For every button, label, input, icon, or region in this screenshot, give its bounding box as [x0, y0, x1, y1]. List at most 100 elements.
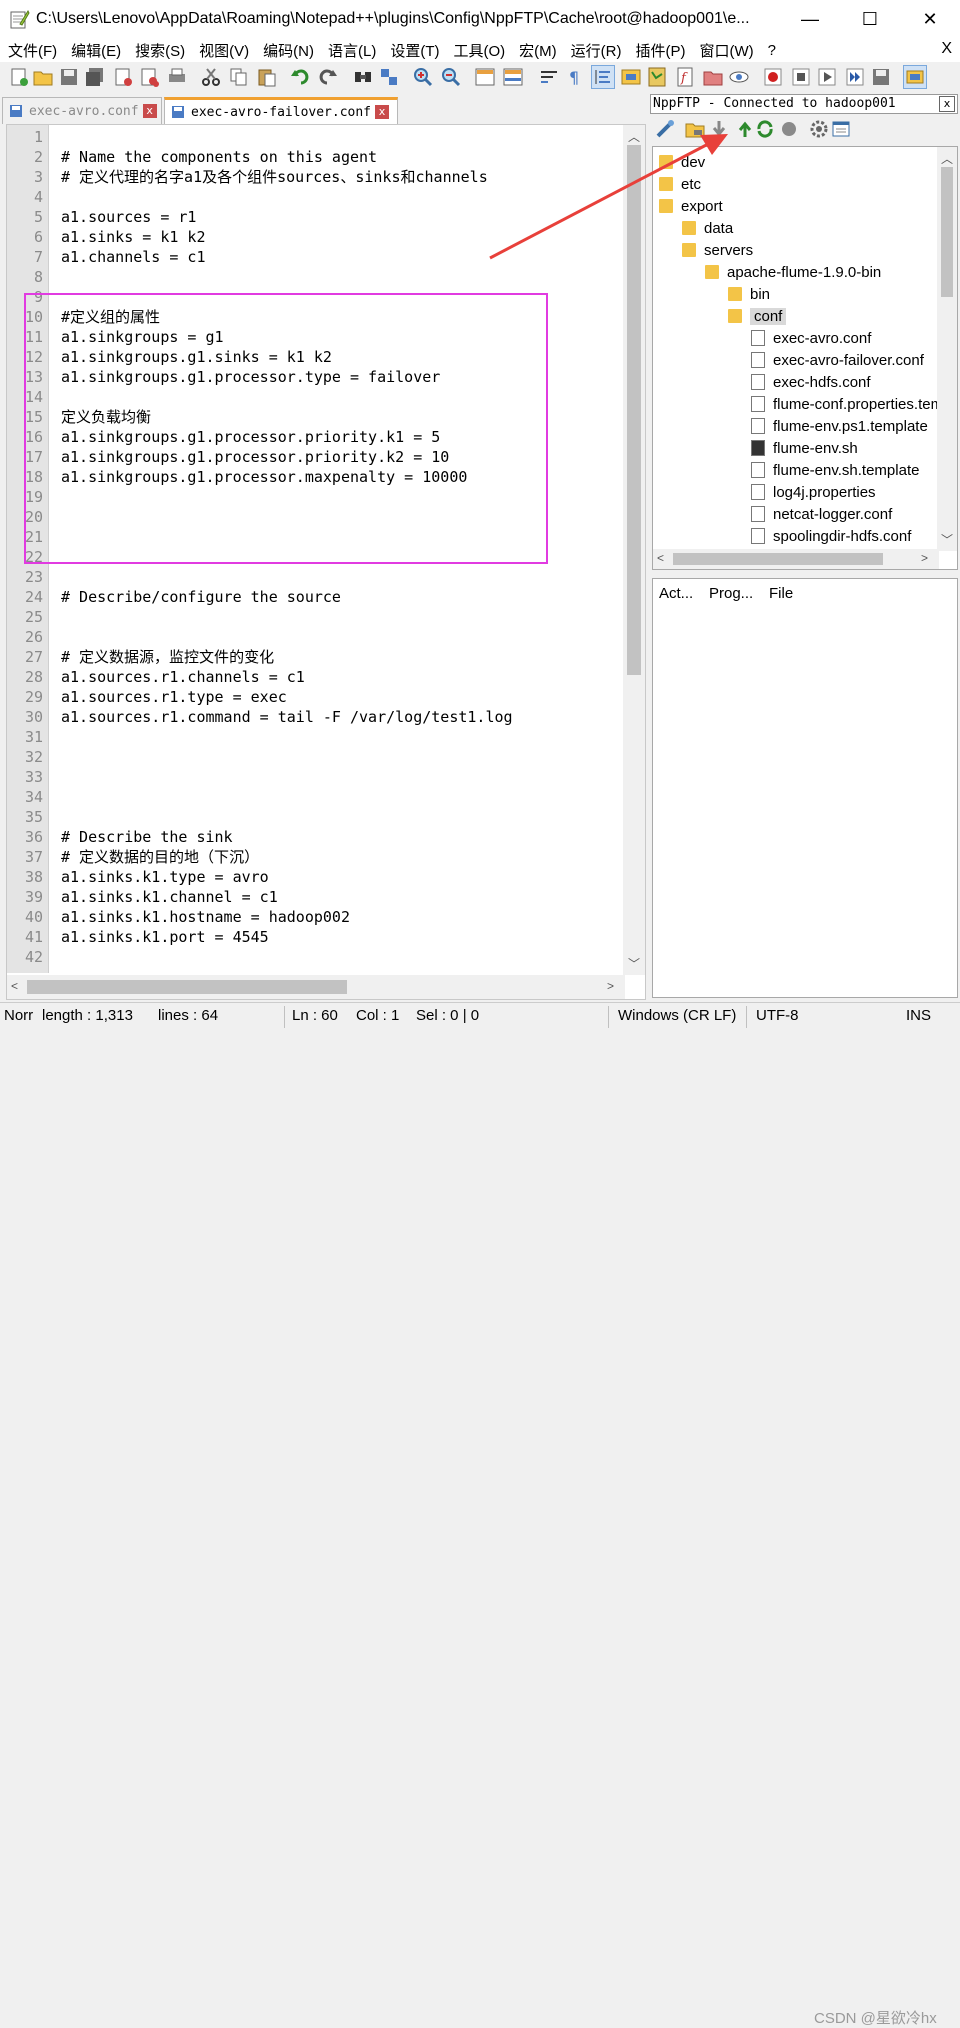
scroll-right-icon[interactable]: > [921, 551, 928, 565]
print-icon[interactable] [166, 66, 188, 88]
code-line[interactable]: 1 [7, 127, 627, 147]
menu-settings[interactable]: 设置(T) [382, 40, 445, 61]
tree-folder[interactable]: export [659, 195, 723, 217]
code-line[interactable]: 27 # 定义数据源，监控文件的变化 [7, 647, 627, 667]
undo-icon[interactable] [290, 66, 312, 88]
zoom-out-icon[interactable] [440, 66, 462, 88]
code-line[interactable]: 36 # Describe the sink [7, 827, 627, 847]
nppftp-panel-icon[interactable] [903, 65, 927, 89]
code-line[interactable]: 16 a1.sinkgroups.g1.processor.priority.k1… [7, 427, 627, 447]
code-line[interactable]: 6 a1.sinks = k1 k2 [7, 227, 627, 247]
function-list-icon[interactable]: f [674, 66, 696, 88]
minimize-button[interactable]: — [780, 0, 840, 38]
new-file-icon[interactable] [8, 66, 30, 88]
code-line[interactable]: 11 a1.sinkgroups = g1 [7, 327, 627, 347]
tab-exec-avro-failover[interactable]: exec-avro-failover.conf x [164, 97, 398, 124]
tree-folder[interactable]: apache-flume-1.9.0-bin [705, 261, 881, 283]
menu-search[interactable]: 搜索(S) [127, 40, 191, 61]
user-defined-language-icon[interactable] [620, 66, 642, 88]
tree-folder[interactable]: conf [728, 305, 787, 327]
record-macro-icon[interactable] [762, 66, 784, 88]
tree-folder[interactable]: etc [659, 173, 701, 195]
paste-icon[interactable] [256, 66, 278, 88]
code-line[interactable]: 42 [7, 947, 627, 967]
code-line[interactable]: 17 a1.sinkgroups.g1.processor.priority.k2… [7, 447, 627, 467]
save-macro-icon[interactable] [870, 66, 892, 88]
close-file-icon[interactable] [112, 66, 134, 88]
tree-file[interactable]: spoolingdir-hdfs.conf [751, 525, 911, 547]
tree-folder[interactable]: data [682, 217, 733, 239]
scrollbar-thumb[interactable] [627, 145, 641, 675]
code-line[interactable]: 31 [7, 727, 627, 747]
code-line[interactable]: 23 [7, 567, 627, 587]
menu-tools[interactable]: 工具(O) [445, 40, 511, 61]
code-line[interactable]: 22 [7, 547, 627, 567]
close-tab-icon[interactable]: x [142, 104, 157, 118]
scroll-up-icon[interactable]: ︿ [941, 150, 953, 167]
code-line[interactable]: 32 [7, 747, 627, 767]
zoom-in-icon[interactable] [412, 66, 434, 88]
code-line[interactable]: 3 # 定义代理的名字a1及各个组件sources、sinks和channels [7, 167, 627, 187]
menu-encoding[interactable]: 编码(N) [255, 40, 320, 61]
code-line[interactable]: 13 a1.sinkgroups.g1.processor.type = fail… [7, 367, 627, 387]
scrollbar-thumb[interactable] [941, 167, 953, 297]
menu-window[interactable]: 窗口(W) [691, 40, 759, 61]
close-all-icon[interactable] [138, 66, 160, 88]
open-folder-icon[interactable] [684, 118, 706, 140]
tree-file[interactable]: flume-env.sh.template [751, 459, 919, 481]
show-all-characters-icon[interactable]: ¶ [564, 66, 586, 88]
scroll-down-icon[interactable]: ﹀ [628, 955, 640, 972]
indent-guide-icon[interactable] [591, 65, 615, 89]
code-line[interactable]: 14 [7, 387, 627, 407]
tree-folder[interactable]: bin [728, 283, 770, 305]
close-document-button[interactable]: X [941, 40, 952, 58]
scroll-down-icon[interactable]: ﹀ [941, 531, 953, 548]
scrollbar-thumb[interactable] [673, 553, 883, 565]
code-line[interactable]: 8 [7, 267, 627, 287]
close-tab-icon[interactable]: x [375, 105, 390, 119]
tree-folder[interactable]: servers [682, 239, 753, 261]
play-macro-icon[interactable] [816, 66, 838, 88]
save-icon[interactable] [58, 66, 80, 88]
find-icon[interactable] [352, 66, 374, 88]
copy-icon[interactable] [228, 66, 250, 88]
tree-horizontal-scrollbar[interactable]: < > [653, 549, 939, 569]
tree-file[interactable]: exec-avro-failover.conf [751, 349, 924, 371]
code-line[interactable]: 41 a1.sinks.k1.port = 4545 [7, 927, 627, 947]
close-window-button[interactable]: ✕ [900, 0, 960, 38]
scroll-up-icon[interactable]: ︿ [628, 128, 640, 145]
code-line[interactable]: 39 a1.sinks.k1.channel = c1 [7, 887, 627, 907]
editor-horizontal-scrollbar[interactable]: < > [7, 975, 625, 999]
upload-icon[interactable] [734, 118, 756, 140]
code-line[interactable]: 5 a1.sources = r1 [7, 207, 627, 227]
sync-vertical-scroll-icon[interactable] [474, 66, 496, 88]
stop-macro-icon[interactable] [790, 66, 812, 88]
menu-macro[interactable]: 宏(M) [511, 40, 563, 61]
editor-vertical-scrollbar[interactable]: ︿ ﹀ [623, 125, 645, 975]
tree-file[interactable]: flume-env.ps1.template [751, 415, 928, 437]
settings-gear-icon[interactable] [808, 118, 830, 140]
menu-edit[interactable]: 编辑(E) [63, 40, 127, 61]
cut-icon[interactable] [200, 66, 222, 88]
menu-language[interactable]: 语言(L) [320, 40, 382, 61]
code-line[interactable]: 2 # Name the components on this agent [7, 147, 627, 167]
tab-exec-avro[interactable]: exec-avro.conf x [2, 97, 162, 124]
connect-icon[interactable] [654, 118, 676, 140]
code-line[interactable]: 35 [7, 807, 627, 827]
abort-icon[interactable] [778, 118, 800, 140]
menu-plugins[interactable]: 插件(P) [627, 40, 691, 61]
tree-folder[interactable]: dev [659, 151, 705, 173]
queue-column-file[interactable]: File [769, 585, 793, 602]
code-line[interactable]: 20 [7, 507, 627, 527]
code-line[interactable]: 21 [7, 527, 627, 547]
code-line[interactable]: 15 定义负载均衡 [7, 407, 627, 427]
code-line[interactable]: 19 [7, 487, 627, 507]
sync-horizontal-scroll-icon[interactable] [502, 66, 524, 88]
text-editor[interactable]: 1 2 # Name the components on this agent 3 # … [6, 124, 646, 1000]
code-line[interactable]: 10 #定义组的属性 [7, 307, 627, 327]
tree-file[interactable]: exec-hdfs.conf [751, 371, 871, 393]
scroll-right-icon[interactable]: > [607, 979, 614, 993]
scroll-left-icon[interactable]: < [657, 551, 664, 565]
scrollbar-thumb[interactable] [27, 980, 347, 994]
menu-help[interactable]: ? [760, 42, 782, 59]
